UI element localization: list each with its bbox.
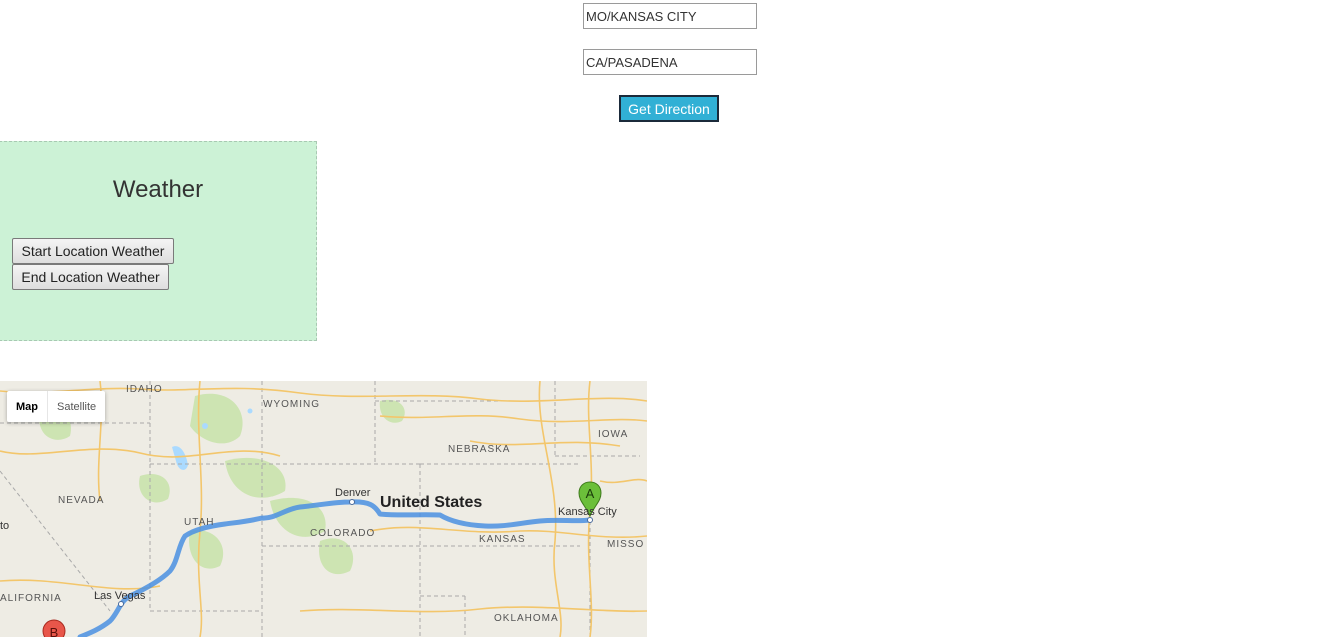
label-iowa: IOWA	[598, 429, 628, 440]
start-location-input[interactable]	[583, 3, 757, 29]
end-location-input[interactable]	[583, 49, 757, 75]
get-direction-button[interactable]: Get Direction	[619, 95, 719, 122]
label-nevada: NEVADA	[58, 495, 104, 506]
label-to: to	[0, 520, 9, 532]
label-kansas: KANSAS	[479, 534, 526, 545]
label-wyoming: WYOMING	[263, 399, 320, 410]
label-nebraska: NEBRASKA	[448, 444, 510, 455]
marker-b[interactable]: B	[42, 619, 66, 637]
map-type-control: Map Satellite	[7, 391, 106, 422]
label-kansas-city: Kansas City	[558, 506, 617, 518]
label-united-states: United States	[380, 494, 482, 511]
label-utah: UTAH	[184, 517, 214, 528]
label-idaho: IDAHO	[126, 384, 163, 395]
label-oklahoma: OKLAHOMA	[494, 613, 559, 624]
marker-a-label: A	[586, 486, 595, 501]
label-colorado: COLORADO	[310, 528, 375, 539]
map-type-map-button[interactable]: Map	[7, 391, 48, 422]
start-location-weather-button[interactable]: Start Location Weather	[12, 238, 174, 264]
map-type-satellite-button[interactable]: Satellite	[48, 391, 105, 422]
weather-title: Weather	[112, 176, 204, 203]
label-las-vegas: Las Vegas	[94, 590, 146, 602]
weather-panel: Weather Start Location Weather End Locat…	[0, 141, 317, 341]
label-denver: Denver	[335, 487, 371, 499]
marker-b-label: B	[50, 625, 59, 637]
route-map[interactable]: A B IDAHO WYOMING IOWA NEBRASKA NEVADA U…	[0, 381, 647, 637]
label-california: ALIFORNIA	[0, 593, 62, 604]
label-missouri: MISSO	[607, 539, 644, 550]
end-location-weather-button[interactable]: End Location Weather	[12, 264, 169, 290]
